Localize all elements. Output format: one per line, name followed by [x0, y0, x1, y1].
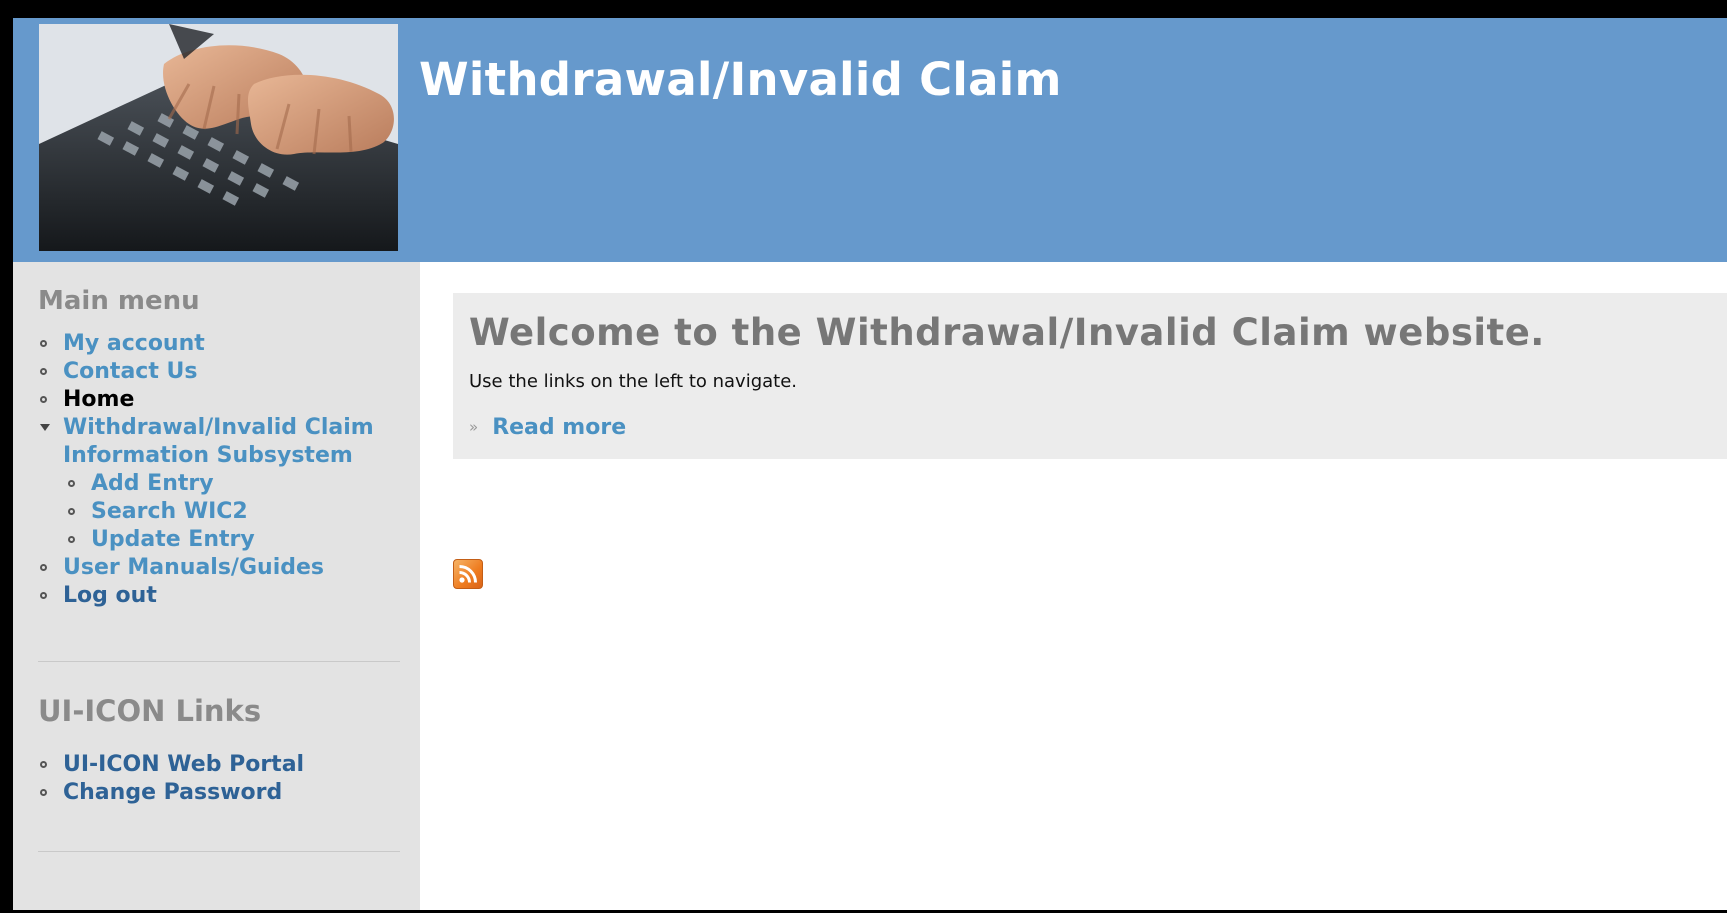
bullet-icon [68, 508, 75, 515]
bullet-icon [68, 480, 75, 487]
welcome-text: Use the links on the left to navigate. [469, 371, 798, 392]
divider [38, 661, 400, 662]
menu-item-add-entry[interactable]: Add Entry [38, 470, 374, 498]
site-title: Withdrawal/Invalid Claim [419, 53, 1062, 106]
uiicon-links-menu: UI-ICON Web Portal Change Password [38, 751, 304, 807]
main-menu-title: Main menu [38, 286, 200, 316]
bullet-icon [40, 396, 47, 403]
divider [38, 851, 400, 852]
bullet-icon [40, 340, 47, 347]
sidebar: Main menu My account Contact Us Home Wit… [13, 262, 420, 910]
rss-feed-icon[interactable] [453, 559, 483, 589]
bullet-icon [40, 761, 47, 768]
welcome-panel: Welcome to the Withdrawal/Invalid Claim … [453, 293, 1727, 459]
menu-item-contact-us[interactable]: Contact Us [38, 358, 374, 386]
bullet-icon [40, 592, 47, 599]
bullet-icon [68, 536, 75, 543]
menu-item-change-password[interactable]: Change Password [38, 779, 304, 807]
menu-item-my-account[interactable]: My account [38, 330, 374, 358]
uiicon-links-title: UI-ICON Links [38, 694, 262, 728]
menu-item-wic-subsystem[interactable]: Withdrawal/Invalid Claim Information Subs… [38, 414, 374, 470]
bullet-icon [40, 368, 47, 375]
bullet-icon [40, 789, 47, 796]
read-more-marker-icon: » [469, 418, 479, 436]
menu-item-uiicon-portal[interactable]: UI-ICON Web Portal [38, 751, 304, 779]
bullet-icon [40, 564, 47, 571]
menu-item-user-manuals[interactable]: User Manuals/Guides [38, 554, 374, 582]
site-header: Withdrawal/Invalid Claim [13, 18, 1727, 262]
read-more-link[interactable]: » Read more [469, 415, 626, 440]
menu-item-update-entry[interactable]: Update Entry [38, 526, 374, 554]
menu-item-home[interactable]: Home [38, 386, 374, 414]
menu-item-log-out[interactable]: Log out [38, 582, 374, 610]
keyboard-photo-icon [39, 24, 398, 251]
expanded-triangle-icon [40, 424, 50, 431]
main-menu: My account Contact Us Home Withdrawal/In… [38, 330, 374, 610]
menu-item-search-wic2[interactable]: Search WIC2 [38, 498, 374, 526]
welcome-heading: Welcome to the Withdrawal/Invalid Claim … [469, 311, 1545, 354]
